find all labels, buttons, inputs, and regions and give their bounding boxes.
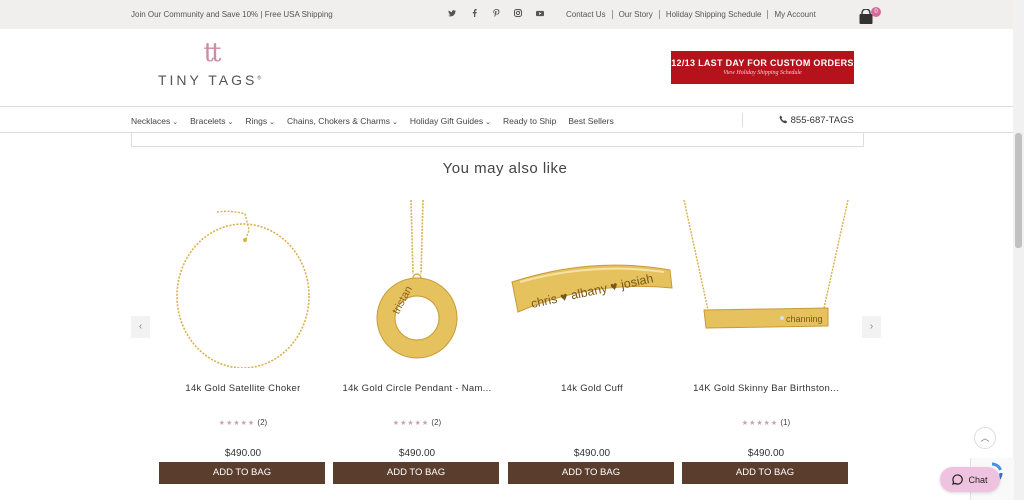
nav-divider [742, 113, 743, 127]
social-links [448, 9, 544, 17]
logo-name: TINY TAGS® [157, 72, 265, 88]
my-account-link[interactable]: My Account [767, 10, 821, 19]
nav-item-necklaces[interactable]: Necklaces ⌄ [131, 116, 178, 126]
product-details-panel-edge [131, 132, 864, 147]
cart-count-badge: 0 [871, 7, 881, 17]
product-card[interactable]: chris ♥ albany ♥ josiah 14k Gold Cuff $4… [508, 200, 676, 490]
nav-item-ready-to-ship[interactable]: Ready to Ship [503, 116, 556, 126]
product-price: $490.00 [747, 448, 785, 459]
review-count: (1) [780, 418, 791, 427]
custom-orders-banner[interactable]: 12/13 LAST DAY FOR CUSTOM ORDERS View Ho… [671, 51, 854, 84]
product-name[interactable]: 14k Gold Satellite Choker [159, 383, 327, 394]
product-card[interactable]: channing 14K Gold Skinny Bar Birthston..… [682, 199, 850, 490]
product-image-skinny-bar[interactable]: channing [682, 199, 850, 368]
back-to-top-button[interactable]: ︿ [974, 427, 996, 449]
top-bar: Join Our Community and Save 10% | Free U… [0, 0, 1024, 29]
product-card[interactable]: 14k Gold Satellite Choker ★★★★★ (2) $490… [159, 200, 327, 490]
product-name[interactable]: 14K Gold Skinny Bar Birthston... [682, 383, 850, 394]
product-rating: ★★★★★ (2) [159, 418, 327, 427]
nav-item-chains-chokers-charms[interactable]: Chains, Chokers & Charms ⌄ [287, 116, 398, 126]
facebook-icon[interactable] [470, 9, 478, 17]
page-scrollbar[interactable] [1013, 0, 1024, 500]
logo-mark: tt [203, 38, 222, 68]
review-count: (2) [431, 418, 442, 427]
nav-menu: Necklaces ⌄ Bracelets ⌄ Rings ⌄ Chains, Choker… [131, 116, 614, 126]
nav-item-rings[interactable]: Rings ⌄ [245, 116, 275, 126]
chevron-down-icon: ⌄ [392, 119, 398, 126]
chevron-down-icon: ⌄ [172, 119, 179, 126]
nav-item-best-sellers[interactable]: Best Sellers [568, 116, 613, 126]
product-image-gold-cuff[interactable]: chris ♥ albany ♥ josiah [508, 200, 676, 368]
star-rating-icon: ★★★★★ [392, 420, 430, 427]
chevron-up-icon: ︿ [980, 433, 990, 443]
chevron-left-icon: ‹ [138, 321, 143, 332]
nav-item-holiday-gift-guides[interactable]: Holiday Gift Guides ⌄ [410, 116, 491, 126]
add-to-bag-button[interactable]: ADD TO BAG [508, 462, 674, 484]
scrollbar-thumb[interactable] [1015, 133, 1022, 248]
banner-subtext: View Holiday Shipping Schedule [723, 70, 802, 76]
product-name[interactable]: 14k Gold Circle Pendant - Nam... [333, 383, 501, 394]
chevron-down-icon: ⌄ [269, 119, 276, 126]
instagram-icon[interactable] [514, 9, 522, 17]
main-nav: Necklaces ⌄ Bracelets ⌄ Rings ⌄ Chains, Choker… [0, 106, 1024, 133]
holiday-shipping-link[interactable]: Holiday Shipping Schedule [658, 10, 768, 19]
phone-number[interactable]: 855-687-TAGS [779, 115, 854, 126]
star-rating-icon: ★★★★★ [741, 420, 779, 427]
product-image-satellite-choker[interactable] [159, 200, 327, 369]
our-story-link[interactable]: Our Story [611, 10, 659, 19]
chat-bubble-icon [952, 474, 964, 485]
review-count: (2) [257, 418, 268, 427]
carousel-prev-button[interactable]: ‹ [131, 316, 150, 338]
svg-text:channing: channing [786, 314, 823, 324]
chat-button[interactable]: Chat [940, 467, 1000, 492]
promo-text: Join Our Community and Save 10% | Free U… [131, 10, 333, 19]
youtube-icon[interactable] [536, 9, 544, 17]
phone-icon [779, 115, 791, 126]
nav-item-bracelets[interactable]: Bracelets ⌄ [190, 116, 233, 126]
chat-label: Chat [968, 474, 988, 485]
chevron-down-icon: ⌄ [485, 119, 491, 126]
pinterest-icon[interactable] [492, 9, 500, 17]
cart-button[interactable]: 0 [858, 7, 881, 25]
contact-us-link[interactable]: Contact Us [566, 10, 612, 19]
product-price: $490.00 [573, 448, 611, 459]
product-price: $490.00 [224, 448, 262, 459]
section-title: You may also like [442, 160, 568, 177]
product-name[interactable]: 14k Gold Cuff [508, 383, 676, 394]
banner-headline: 12/13 LAST DAY FOR CUSTOM ORDERS [671, 58, 854, 68]
add-to-bag-button[interactable]: ADD TO BAG [682, 462, 848, 484]
product-card[interactable]: tristan 14k Gold Circle Pendant - Nam...… [333, 199, 501, 490]
site-logo[interactable]: tt TINY TAGS® [155, 40, 267, 92]
product-rating: ★★★★★ (1) [682, 418, 850, 427]
carousel-next-button[interactable]: › [862, 316, 881, 338]
product-rating: ★★★★★ (2) [333, 418, 501, 427]
product-price: $490.00 [398, 448, 436, 459]
add-to-bag-button[interactable]: ADD TO BAG [159, 462, 325, 484]
utility-links: Contact Us Our Story Holiday Shipping Sc… [566, 10, 822, 19]
chevron-down-icon: ⌄ [227, 119, 234, 126]
product-image-circle-pendant[interactable]: tristan [333, 199, 501, 368]
twitter-icon[interactable] [448, 9, 456, 17]
add-to-bag-button[interactable]: ADD TO BAG [333, 462, 499, 484]
chevron-right-icon: › [869, 321, 874, 332]
star-rating-icon: ★★★★★ [218, 420, 256, 427]
